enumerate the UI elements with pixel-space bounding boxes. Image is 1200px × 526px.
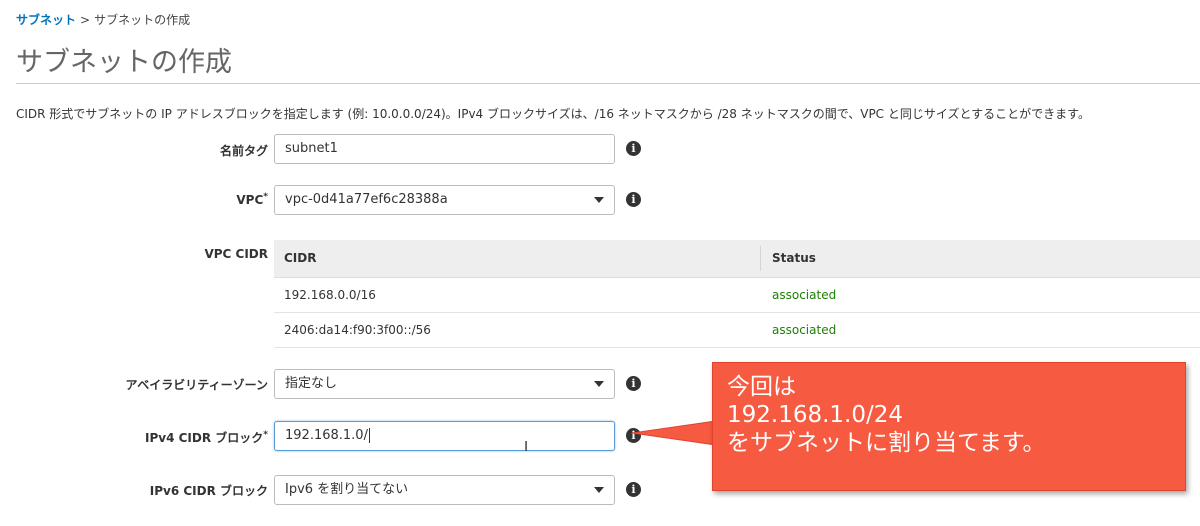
callout-line: をサブネットに割り当てます。: [727, 430, 1046, 456]
callout-line: 今回は: [727, 374, 796, 400]
form-description: CIDR 形式でサブネットの IP アドレスブロックを指定します (例: 10.…: [16, 107, 1090, 121]
chevron-down-icon: [594, 487, 604, 493]
ipv6-cidr-value: Ipv6 を割り当てない: [285, 482, 409, 497]
cidr-cell: 2406:da14:f90:3f00::/56: [284, 323, 431, 337]
availability-zone-info-icon[interactable]: i: [626, 376, 641, 391]
status-cell: associated: [772, 323, 837, 337]
vpc-cidr-label: VPC CIDR: [204, 247, 268, 261]
status-cell: associated: [772, 288, 837, 302]
cidr-cell: 192.168.0.0/16: [284, 288, 376, 302]
chevron-down-icon: [594, 381, 604, 387]
column-divider: [760, 246, 761, 271]
vpc-cidr-table: CIDR Status 192.168.0.0/16 associated 24…: [274, 240, 1200, 348]
chevron-down-icon: [594, 197, 604, 203]
table-row: 2406:da14:f90:3f00::/56 associated: [274, 313, 1200, 348]
vpc-required-mark: *: [263, 192, 268, 202]
breadcrumb: サブネット > サブネットの作成: [16, 11, 190, 28]
vpc-select[interactable]: vpc-0d41a77ef6c28388a: [274, 185, 615, 215]
text-caret: [368, 428, 370, 443]
name-tag-input[interactable]: subnet1: [274, 134, 615, 164]
name-tag-label: 名前タグ: [219, 144, 268, 158]
breadcrumb-separator: >: [80, 13, 91, 27]
ipv6-cidr-select[interactable]: Ipv6 を割り当てない: [274, 475, 615, 505]
vpc-select-value: vpc-0d41a77ef6c28388a: [285, 192, 448, 207]
text-cursor-icon: Ⅰ: [524, 439, 529, 455]
ipv4-cidr-value: 192.168.1.0/: [285, 428, 368, 443]
ipv4-cidr-label: IPv4 CIDR ブロック*: [145, 429, 268, 446]
title-divider: [16, 83, 1200, 84]
ipv4-cidr-input[interactable]: 192.168.1.0/: [274, 421, 615, 451]
annotation-callout: 今回は 192.168.1.0/24 をサブネットに割り当てます。: [712, 362, 1186, 491]
breadcrumb-current: サブネットの作成: [94, 13, 191, 27]
column-header-status[interactable]: Status: [772, 251, 816, 265]
name-tag-info-icon[interactable]: i: [626, 141, 641, 156]
availability-zone-value: 指定なし: [285, 376, 338, 391]
availability-zone-select[interactable]: 指定なし: [274, 369, 615, 399]
callout-line: 192.168.1.0/24: [727, 402, 904, 428]
name-tag-value: subnet1: [285, 141, 338, 156]
vpc-label-text: VPC: [236, 193, 264, 207]
vpc-cidr-table-header: CIDR Status: [274, 240, 1200, 278]
ipv4-required-mark: *: [263, 430, 268, 440]
ipv6-cidr-info-icon[interactable]: i: [626, 482, 641, 497]
ipv6-cidr-label: IPv6 CIDR ブロック: [149, 484, 268, 498]
breadcrumb-link-subnets[interactable]: サブネット: [16, 13, 76, 27]
page-title: サブネットの作成: [16, 47, 232, 78]
column-header-cidr[interactable]: CIDR: [284, 251, 316, 265]
ipv4-cidr-label-text: IPv4 CIDR ブロック: [145, 431, 264, 445]
vpc-label: VPC*: [236, 192, 268, 207]
vpc-info-icon[interactable]: i: [626, 192, 641, 207]
availability-zone-label: アベイラビリティーゾーン: [125, 378, 268, 392]
table-row: 192.168.0.0/16 associated: [274, 278, 1200, 313]
callout-pointer: [631, 420, 717, 446]
